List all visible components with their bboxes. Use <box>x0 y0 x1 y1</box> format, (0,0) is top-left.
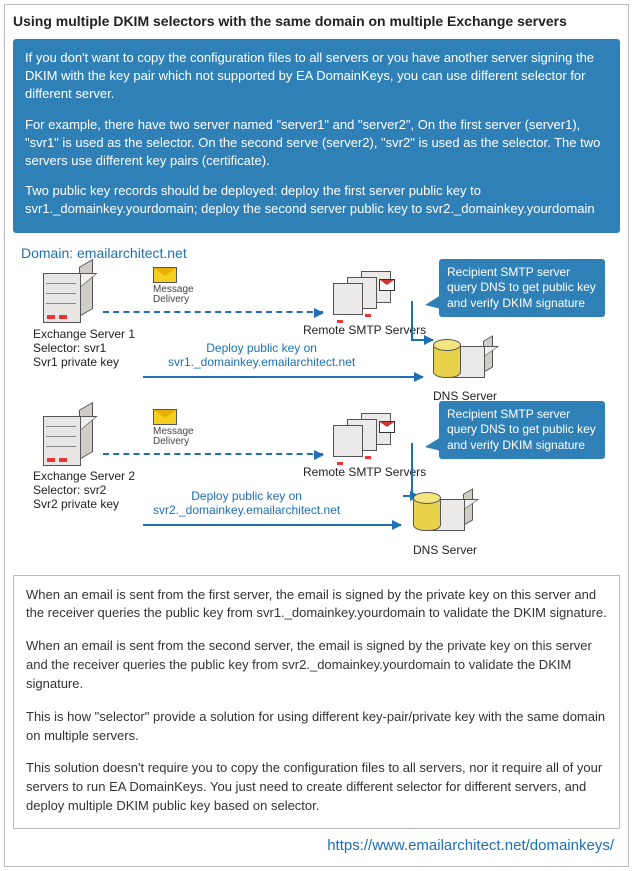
message-delivery-label-1: Message Delivery <box>153 285 194 305</box>
message-delivery-label-2: Message Delivery <box>153 427 194 447</box>
arrow-deploy-1 <box>143 376 423 378</box>
arrow-msg-1 <box>103 311 323 313</box>
deploy-label-2: Deploy public key on svr2._domainkey.ema… <box>153 489 340 518</box>
mail-icon-2 <box>153 409 177 425</box>
body-paragraph-3: This is how "selector" provide a solutio… <box>26 708 607 746</box>
arrow-msg-2 <box>103 453 323 455</box>
deploy-label-1: Deploy public key on svr1._domainkey.ema… <box>168 341 355 370</box>
body-paragraph-1: When an email is sent from the first ser… <box>26 586 607 624</box>
remote-smtp-icon-1 <box>333 271 393 321</box>
exchange-2-name: Exchange Server 2 <box>33 469 135 483</box>
remote-smtp-label-1: Remote SMTP Servers <box>303 323 426 337</box>
callout-1-text: Recipient SMTP server query DNS to get p… <box>447 265 596 310</box>
exchange-1-selector: Selector: svr1 <box>33 341 135 355</box>
intro-box: If you don't want to copy the configurat… <box>13 39 620 233</box>
body-paragraph-4: This solution doesn't require you to cop… <box>26 759 607 816</box>
exchange-1-name: Exchange Server 1 <box>33 327 135 341</box>
footer-url[interactable]: https://www.emailarchitect.net/domainkey… <box>13 837 614 854</box>
exchange-1-key: Svr1 private key <box>33 355 135 369</box>
exchange-2-labels: Exchange Server 2 Selector: svr2 Svr2 pr… <box>33 469 135 512</box>
document-frame: Using multiple DKIM selectors with the s… <box>4 4 629 867</box>
arrow-deploy-2 <box>143 524 401 526</box>
exchange-server-1-icon <box>43 263 93 323</box>
intro-paragraph-1: If you don't want to copy the configurat… <box>25 49 608 104</box>
remote-smtp-label-2: Remote SMTP Servers <box>303 465 426 479</box>
arrow-smtp-dns-1 <box>411 339 433 341</box>
mail-icon-1 <box>153 267 177 283</box>
intro-paragraph-3: Two public key records should be deploye… <box>25 182 608 218</box>
callout-1: Recipient SMTP server query DNS to get p… <box>439 259 605 318</box>
exchange-server-2-icon <box>43 406 93 466</box>
remote-smtp-icon-2 <box>333 413 393 463</box>
dns-server-icon-1 <box>433 336 493 391</box>
exchange-2-selector: Selector: svr2 <box>33 483 135 497</box>
exchange-1-labels: Exchange Server 1 Selector: svr1 Svr1 pr… <box>33 327 135 370</box>
exchange-2-key: Svr2 private key <box>33 497 135 511</box>
dns-server-icon-2 <box>413 489 473 544</box>
page-title: Using multiple DKIM selectors with the s… <box>13 13 620 29</box>
body-text-box: When an email is sent from the first ser… <box>13 575 620 829</box>
callout-2: Recipient SMTP server query DNS to get p… <box>439 401 605 460</box>
dns-label-2: DNS Server <box>413 543 477 557</box>
dkim-diagram: Domain: emailarchitect.net Exchange Serv… <box>13 241 620 571</box>
callout-2-text: Recipient SMTP server query DNS to get p… <box>447 407 596 452</box>
domain-label: Domain: emailarchitect.net <box>21 245 187 261</box>
intro-paragraph-2: For example, there have two server named… <box>25 116 608 171</box>
body-paragraph-2: When an email is sent from the second se… <box>26 637 607 694</box>
